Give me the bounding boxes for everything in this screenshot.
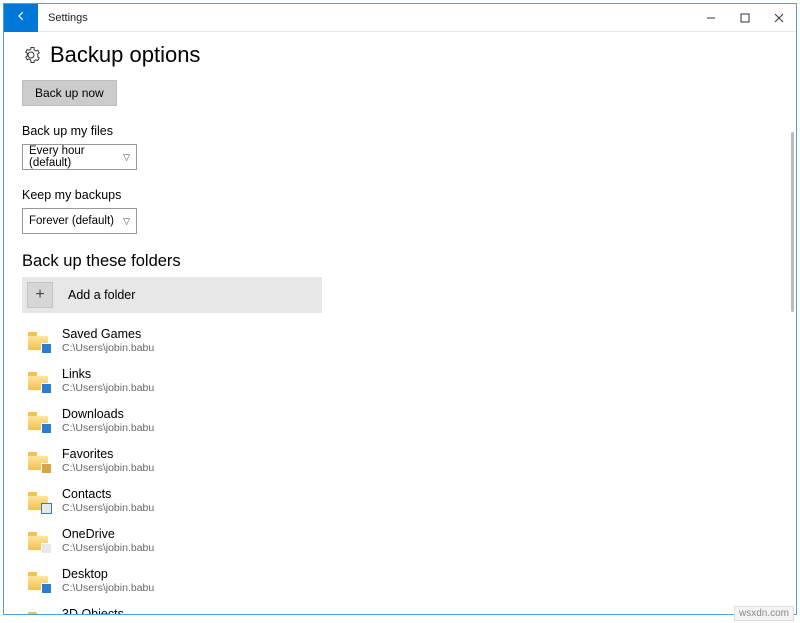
folder-icon	[26, 608, 52, 614]
retention-label: Keep my backups	[22, 188, 778, 202]
folder-path: C:\Users\jobin.babu	[62, 582, 154, 595]
folder-icon	[26, 408, 52, 434]
folder-name: Links	[62, 367, 154, 383]
maximize-button[interactable]	[728, 4, 762, 32]
window-controls	[694, 4, 796, 32]
chevron-down-icon: ▽	[123, 216, 130, 227]
close-button[interactable]	[762, 4, 796, 32]
folder-name: Favorites	[62, 447, 154, 463]
folder-icon	[26, 368, 52, 394]
folder-path: C:\Users\jobin.babu	[62, 382, 154, 395]
folder-name: Saved Games	[62, 327, 154, 343]
minimize-button[interactable]	[694, 4, 728, 32]
window-title: Settings	[48, 12, 88, 24]
folder-icon	[26, 488, 52, 514]
chevron-down-icon: ▽	[123, 152, 130, 163]
folder-name: 3D Objects	[62, 607, 154, 614]
folder-name: Desktop	[62, 567, 154, 583]
folder-path: C:\Users\jobin.babu	[62, 502, 154, 515]
folder-row-saved-games[interactable]: Saved Games C:\Users\jobin.babu	[22, 323, 778, 359]
folder-path: C:\Users\jobin.babu	[62, 462, 154, 475]
folder-list: Saved Games C:\Users\jobin.babu Links C:…	[22, 323, 778, 614]
folder-path: C:\Users\jobin.babu	[62, 342, 154, 355]
title-bar: Settings	[4, 4, 796, 32]
retention-select[interactable]: Forever (default) ▽	[22, 208, 137, 234]
folder-row-downloads[interactable]: Downloads C:\Users\jobin.babu	[22, 403, 778, 439]
frequency-select[interactable]: Every hour (default) ▽	[22, 144, 137, 170]
folder-name: OneDrive	[62, 527, 154, 543]
folder-row-onedrive[interactable]: OneDrive C:\Users\jobin.babu	[22, 523, 778, 559]
page-title: Backup options	[50, 42, 200, 68]
add-folder-button[interactable]: + Add a folder	[22, 277, 322, 313]
folder-name: Contacts	[62, 487, 154, 503]
watermark: wsxdn.com	[734, 606, 794, 621]
back-arrow-icon	[14, 9, 28, 26]
folder-path: C:\Users\jobin.babu	[62, 422, 154, 435]
retention-value: Forever (default)	[29, 215, 114, 227]
folder-row-links[interactable]: Links C:\Users\jobin.babu	[22, 363, 778, 399]
page-header: Backup options	[22, 42, 778, 68]
frequency-label: Back up my files	[22, 124, 778, 138]
scrollbar-thumb[interactable]	[791, 132, 794, 312]
settings-window: Settings Backup options Back up now Back…	[3, 3, 797, 615]
scrollbar-track[interactable]	[791, 132, 794, 602]
folder-icon	[26, 528, 52, 554]
folder-row-desktop[interactable]: Desktop C:\Users\jobin.babu	[22, 563, 778, 599]
folder-icon	[26, 568, 52, 594]
folder-row-favorites[interactable]: Favorites C:\Users\jobin.babu	[22, 443, 778, 479]
folder-row-3d-objects[interactable]: 3D Objects C:\Users\jobin.babu	[22, 603, 778, 614]
folder-icon	[26, 448, 52, 474]
add-folder-label: Add a folder	[68, 288, 135, 302]
folder-row-contacts[interactable]: Contacts C:\Users\jobin.babu	[22, 483, 778, 519]
backup-now-button[interactable]: Back up now	[22, 80, 117, 106]
frequency-value: Every hour (default)	[29, 145, 123, 169]
gear-icon	[22, 46, 40, 64]
content-area: Backup options Back up now Back up my fi…	[4, 32, 796, 614]
folder-icon	[26, 328, 52, 354]
folder-path: C:\Users\jobin.babu	[62, 542, 154, 555]
plus-icon: +	[27, 282, 53, 308]
folders-section-title: Back up these folders	[22, 252, 778, 271]
folder-name: Downloads	[62, 407, 154, 423]
back-button[interactable]	[4, 4, 38, 32]
